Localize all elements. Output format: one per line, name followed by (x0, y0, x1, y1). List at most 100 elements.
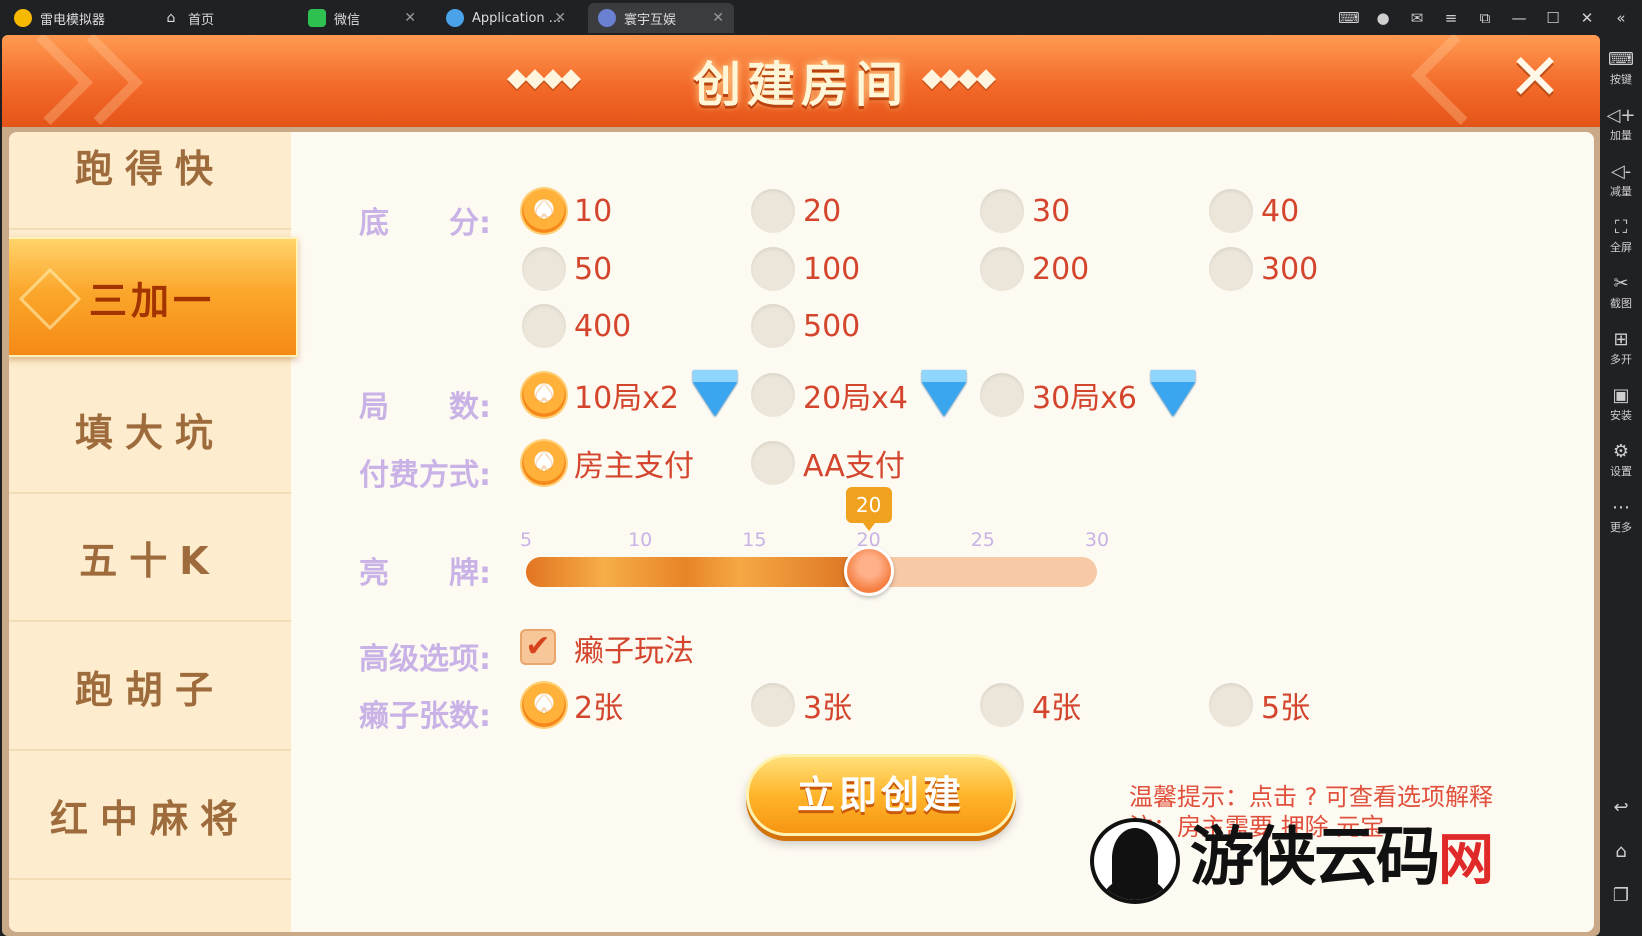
base-score-option[interactable]: 10 (522, 188, 612, 234)
base-score-option[interactable]: 300 (1209, 246, 1318, 292)
menu-item-wushik[interactable]: 五十K (9, 494, 291, 622)
radio-button[interactable] (980, 189, 1024, 233)
wild-count-option[interactable]: 3张 (751, 682, 852, 728)
radio-button[interactable] (980, 683, 1024, 727)
tab-label: 寰宇互娱 (624, 12, 677, 28)
apk-install-icon: ▣ (1612, 385, 1630, 406)
sidebar-volume-up[interactable]: ◁+ 加量 (1600, 105, 1642, 143)
menu-item-paodekuai[interactable]: 跑得快 (9, 132, 291, 230)
rounds-option[interactable]: 10局x2 (522, 370, 738, 418)
radio-button[interactable] (522, 189, 566, 233)
radio-button[interactable] (980, 247, 1024, 291)
menu-icon[interactable]: ≡ (1440, 9, 1462, 27)
close-tab-icon[interactable]: ✕ (404, 10, 416, 26)
hacker-logo-icon (1090, 818, 1180, 904)
close-dialog-button[interactable]: ✕ (1502, 46, 1568, 113)
popout-icon[interactable]: ⧉ (1474, 9, 1496, 27)
ldplayer-logo-icon (14, 9, 32, 27)
back-button[interactable]: ↩ (1600, 797, 1642, 819)
payment-option[interactable]: AA支付 (751, 440, 905, 486)
show-cards-slider[interactable]: 20 (526, 487, 1097, 596)
sidebar-volume-down[interactable]: ◁- 减量 (1600, 161, 1642, 199)
menu-item-tiandakeng[interactable]: 填大坑 (9, 366, 291, 494)
gamepad-icon[interactable]: ⌨ (1338, 9, 1360, 27)
option-label: 300 (1261, 251, 1319, 287)
game-screen: ◆◆◆◆ 创建房间 ◆◆◆◆ ✕ 跑得快 三加一 填大坑 五十K 跑胡子 红中麻… (2, 35, 1600, 936)
radio-button[interactable] (751, 683, 795, 727)
radio-button[interactable] (522, 683, 566, 727)
base-score-option[interactable]: 100 (751, 246, 860, 292)
close-tab-icon[interactable]: ✕ (712, 10, 724, 26)
tab-home[interactable]: ⌂ 首页 (152, 3, 288, 33)
sidebar-label: 截图 (1610, 297, 1632, 310)
recent-apps-button[interactable]: ❐ (1600, 885, 1642, 907)
sidebar-install[interactable]: ▣ 安装 (1600, 385, 1642, 423)
slider-handle[interactable] (843, 546, 894, 596)
slider-fill (526, 557, 881, 587)
menu-item-paohuzi[interactable]: 跑胡子 (9, 623, 291, 751)
wild-count-option[interactable]: 4张 (980, 682, 1081, 728)
home-nav-icon: ⌂ (1615, 841, 1627, 862)
radio-button[interactable] (980, 373, 1024, 417)
wild-mode-checkbox[interactable]: ✔ (520, 629, 556, 665)
option-label: 5张 (1261, 691, 1311, 726)
rounds-option[interactable]: 30局x6 (980, 370, 1196, 418)
radio-button[interactable] (522, 247, 566, 291)
radio-button[interactable] (751, 189, 795, 233)
create-now-button[interactable]: 立即创建 (746, 754, 1016, 836)
tab-application[interactable]: Application ... ✕ (436, 3, 576, 33)
emulator-sidebar: ⌨ 按键 ◁+ 加量 ◁- 减量 ⛶ 全屏 ✂ 截图 ⊞ 多开 ▣ 安装 ⚙ 设置 ⋯ 更多 ↩ … (1600, 35, 1642, 936)
game-type-menu: 跑得快 三加一 填大坑 五十K 跑胡子 红中麻将 (9, 132, 298, 932)
base-score-option[interactable]: 50 (522, 246, 612, 292)
radio-button[interactable] (522, 441, 566, 485)
radio-button[interactable] (522, 373, 566, 417)
radio-button[interactable] (522, 304, 566, 348)
base-score-option[interactable]: 30 (980, 188, 1070, 234)
tab-wechat[interactable]: 微信 ✕ (298, 3, 426, 33)
sidebar-label: 多开 (1610, 353, 1632, 366)
payment-option[interactable]: 房主支付 (522, 440, 694, 486)
sidebar-fullscreen[interactable]: ⛶ 全屏 (1600, 217, 1642, 255)
sidebar-label: 更多 (1610, 521, 1632, 534)
radio-button[interactable] (751, 304, 795, 348)
menu-item-sanjiayi[interactable]: 三加一 (9, 237, 298, 357)
radio-button[interactable] (1209, 189, 1253, 233)
option-label: 10局x2 (574, 381, 680, 416)
wild-count-option[interactable]: 2张 (522, 682, 623, 728)
radio-button[interactable] (751, 247, 795, 291)
sidebar-multi[interactable]: ⊞ 多开 (1600, 329, 1642, 367)
slider-tick-label: 25 (970, 529, 995, 551)
rounds-option[interactable]: 20局x4 (751, 370, 967, 418)
radio-button[interactable] (751, 373, 795, 417)
menu-item-hongzhong-mahjong[interactable]: 红中麻将 (9, 752, 291, 880)
base-score-option[interactable]: 500 (751, 303, 860, 349)
base-score-option[interactable]: 400 (522, 303, 631, 349)
wild-mode-label: 癞子玩法 (574, 634, 694, 669)
watermark-main: 游侠云码 (1190, 821, 1440, 895)
base-score-label: 底 分: (359, 206, 491, 241)
wild-count-option[interactable]: 5张 (1209, 682, 1310, 728)
sidebar-more[interactable]: ⋯ 更多 (1600, 497, 1642, 535)
tab-ldplayer[interactable]: 雷电模拟器 (4, 3, 144, 33)
tab-game-active[interactable]: 寰宇互娱 ✕ (588, 3, 734, 33)
mail-icon[interactable]: ✉ (1406, 9, 1428, 27)
radio-button[interactable] (751, 441, 795, 485)
volume-up-icon: ◁+ (1606, 105, 1636, 126)
base-score-option[interactable]: 200 (980, 246, 1089, 292)
option-label: 3张 (803, 691, 853, 726)
sidebar-keyboard[interactable]: ⌨ 按键 (1600, 49, 1642, 87)
close-tab-icon[interactable]: ✕ (554, 10, 566, 26)
base-score-option[interactable]: 40 (1209, 188, 1299, 234)
maximize-icon[interactable]: ☐ (1542, 9, 1564, 27)
close-window-icon[interactable]: ✕ (1576, 9, 1598, 27)
home-button[interactable]: ⌂ (1600, 841, 1642, 863)
collapse-icon[interactable]: « (1610, 9, 1632, 27)
sidebar-settings[interactable]: ⚙ 设置 (1600, 441, 1642, 479)
minimize-icon[interactable]: — (1508, 9, 1530, 27)
wild-mode-option[interactable]: 癞子玩法 (574, 625, 694, 671)
sidebar-screenshot[interactable]: ✂ 截图 (1600, 273, 1642, 311)
user-avatar-icon[interactable]: ● (1372, 9, 1394, 27)
radio-button[interactable] (1209, 247, 1253, 291)
base-score-option[interactable]: 20 (751, 188, 841, 234)
radio-button[interactable] (1209, 683, 1253, 727)
